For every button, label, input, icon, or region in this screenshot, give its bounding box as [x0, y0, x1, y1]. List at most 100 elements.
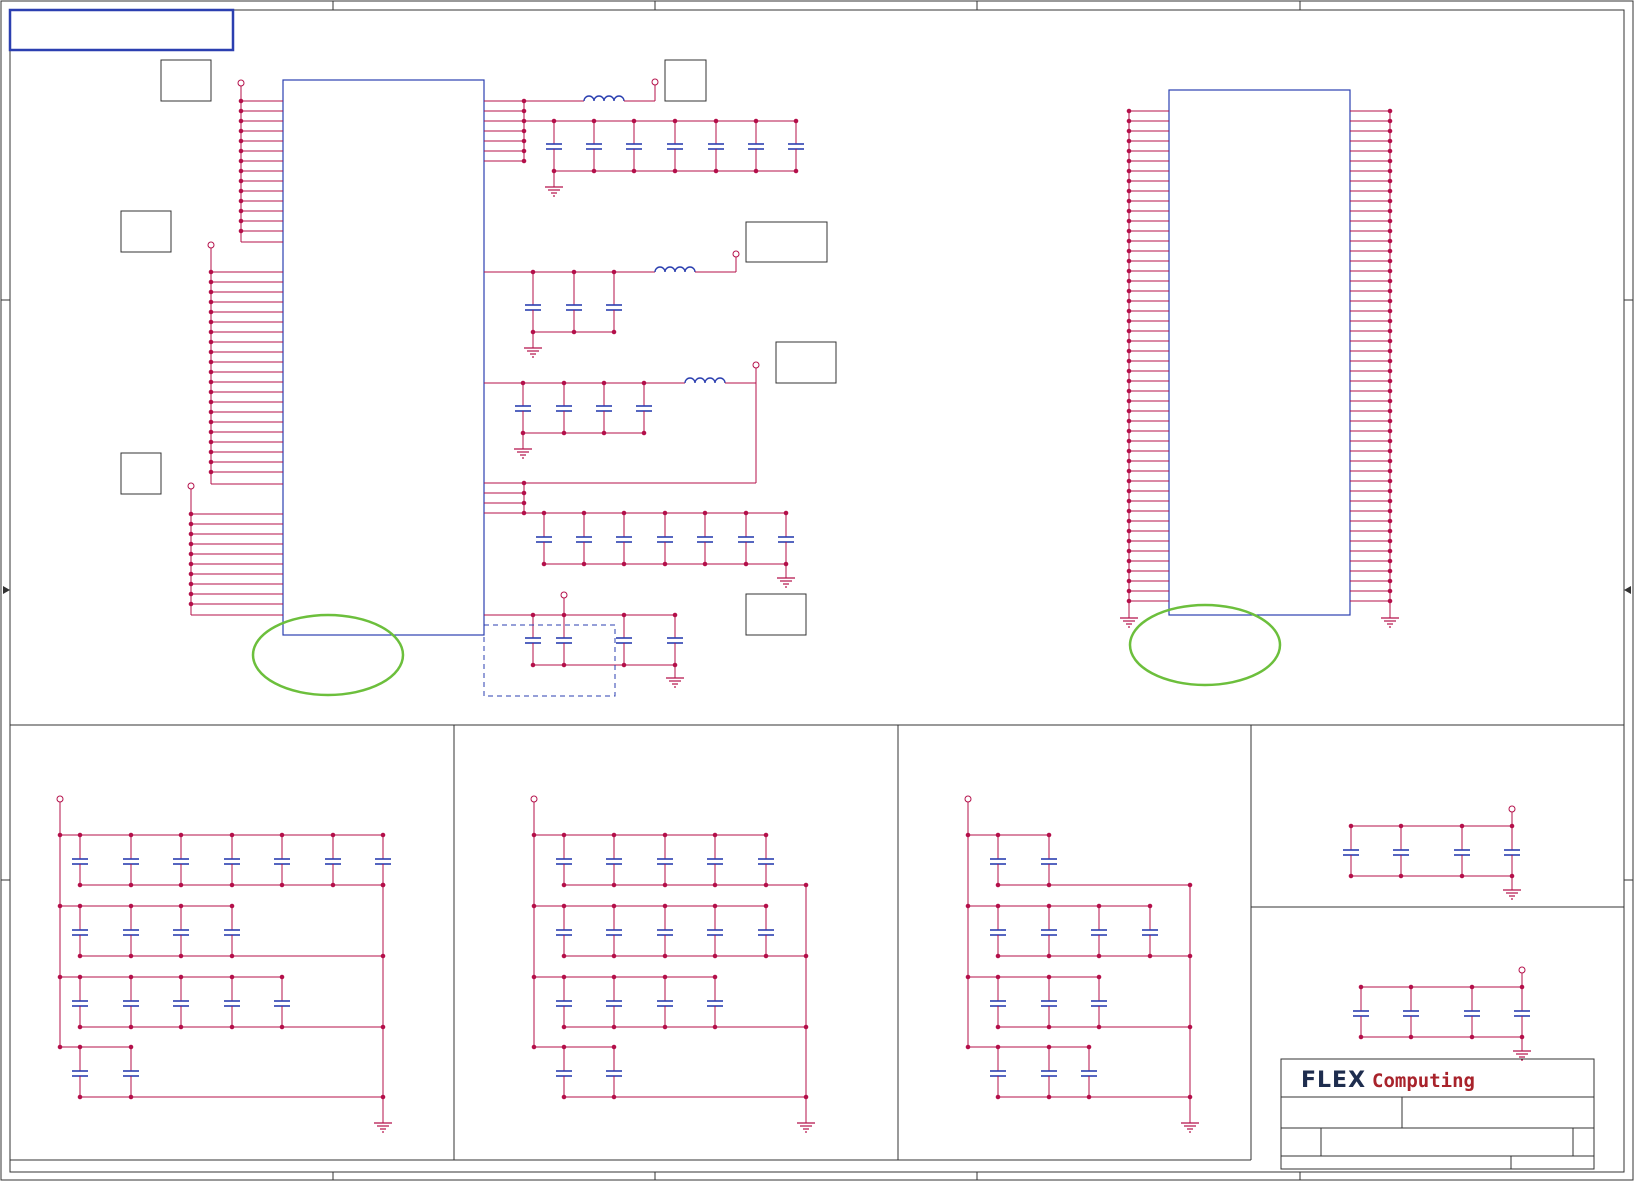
junction-dot: [178, 832, 184, 838]
junction-dot: [662, 1024, 668, 1030]
power-port-icon: [237, 79, 245, 87]
junction-dot: [621, 510, 627, 516]
junction-dot: [662, 903, 668, 909]
junction-dot: [995, 1024, 1001, 1030]
right-ic-body: [1168, 89, 1351, 616]
junction-dot: [128, 1044, 134, 1050]
junction-dot: [995, 953, 1001, 959]
capacitor-icon: [635, 398, 653, 419]
junction-dot: [561, 882, 567, 888]
power-port-icon: [530, 795, 538, 803]
junction-dot: [57, 974, 63, 980]
power-port-icon: [651, 78, 659, 86]
main-ic-right-pins: [484, 98, 533, 616]
capacitor-icon: [1513, 1003, 1531, 1024]
capacitor-icon: [1040, 1063, 1058, 1084]
capacitor-icon: [757, 851, 775, 872]
junction-dot: [77, 1024, 83, 1030]
capacitor-icon: [1080, 1063, 1098, 1084]
capacitor-icon: [706, 993, 724, 1014]
junction-dot: [77, 882, 83, 888]
junction-dot: [611, 1024, 617, 1030]
junction-dot: [743, 510, 749, 516]
junction-dot: [611, 832, 617, 838]
power-port-icon: [56, 795, 64, 803]
junction-dot: [611, 882, 617, 888]
junction-dot: [793, 118, 799, 124]
capacitor-icon: [1040, 993, 1058, 1014]
junction-dot: [1348, 823, 1354, 829]
junction-dot: [611, 953, 617, 959]
capacitor-icon: [122, 993, 140, 1014]
ground-icon: [544, 180, 564, 197]
junction-dot: [380, 832, 386, 838]
junction-dot: [330, 832, 336, 838]
junction-dot: [702, 561, 708, 567]
capacitor-icon: [615, 630, 633, 651]
junction-dot: [1469, 984, 1475, 990]
junction-dot: [601, 380, 607, 386]
junction-dot: [530, 662, 536, 668]
junction-dot: [672, 612, 678, 618]
junction-dot: [712, 903, 718, 909]
capacitor-icon: [172, 922, 190, 943]
capacitor-icon: [625, 136, 643, 157]
capacitor-icon: [1040, 922, 1058, 943]
junction-dot: [128, 1024, 134, 1030]
junction-dot: [621, 612, 627, 618]
capacitor-icon: [514, 398, 532, 419]
junction-dot: [561, 430, 567, 436]
junction-dot: [128, 953, 134, 959]
decoupling-network-top: [484, 78, 805, 688]
capacitor-icon: [605, 993, 623, 1014]
junction-dot: [1046, 882, 1052, 888]
junction-dot: [662, 953, 668, 959]
junction-dot: [229, 953, 235, 959]
junction-dot: [1147, 903, 1153, 909]
junction-dot: [561, 612, 567, 618]
power-port-icon: [752, 361, 760, 369]
capacitor-icon: [605, 1063, 623, 1084]
capacitor-icon: [666, 630, 684, 651]
junction-dot: [1358, 984, 1364, 990]
main-ic-body: [282, 79, 485, 636]
junction-dot: [561, 953, 567, 959]
capacitor-icon: [122, 922, 140, 943]
capacitor-icon: [1342, 842, 1360, 863]
junction-dot: [1348, 873, 1354, 879]
capacitor-icon: [615, 529, 633, 550]
junction-dot: [1147, 953, 1153, 959]
junction-dot: [1096, 953, 1102, 959]
capacitor-icon: [565, 297, 583, 318]
junction-dot: [995, 882, 1001, 888]
junction-dot: [713, 118, 719, 124]
junction-dot: [330, 882, 336, 888]
capacitor-icon: [1040, 851, 1058, 872]
junction-dot: [965, 832, 971, 838]
junction-dot: [581, 561, 587, 567]
junction-dot: [229, 832, 235, 838]
junction-dot: [531, 903, 537, 909]
capacitor-icon: [71, 1063, 89, 1084]
junction-dot: [1358, 1034, 1364, 1040]
junction-dot: [1398, 873, 1404, 879]
junction-dot: [279, 832, 285, 838]
capacitor-icon: [696, 529, 714, 550]
highlight-ellipse-left: [251, 613, 405, 697]
capacitor-icon: [122, 1063, 140, 1084]
capacitor-icon: [555, 993, 573, 1014]
junction-dot: [1096, 903, 1102, 909]
junction-dot: [662, 974, 668, 980]
capacitor-icon: [1090, 922, 1108, 943]
capacitor-icon: [555, 398, 573, 419]
junction-dot: [1459, 873, 1465, 879]
junction-dot: [601, 430, 607, 436]
junction-dot: [712, 953, 718, 959]
capacitor-icon: [273, 993, 291, 1014]
junction-dot: [672, 118, 678, 124]
ground-icon: [1502, 883, 1522, 900]
capacitor-icon: [777, 529, 795, 550]
junction-dot: [591, 168, 597, 174]
capacitor-icon: [555, 630, 573, 651]
junction-dot: [561, 662, 567, 668]
